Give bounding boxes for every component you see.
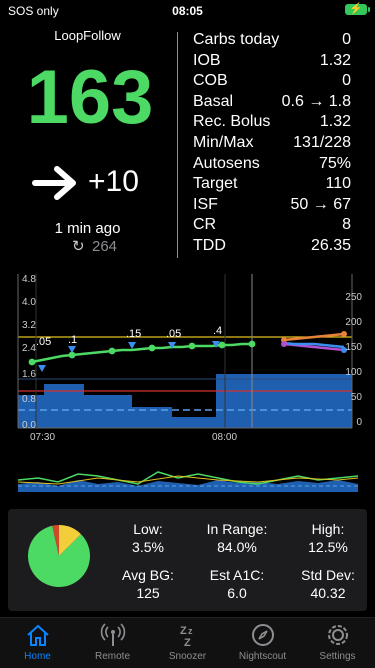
snooze-icon: Z z Z <box>180 625 193 648</box>
gear-icon <box>327 625 348 645</box>
right-axis-tick: 50 <box>350 392 362 403</box>
stat-row: CR 8 <box>193 215 351 236</box>
right-axis-tick: 250 <box>345 292 362 303</box>
stat-value: 110 <box>325 175 351 193</box>
stat-row: IOB 1.32 <box>193 51 351 72</box>
stat-label: TDD <box>193 236 226 254</box>
left-axis-tick: 4.8 <box>22 274 36 285</box>
stat-label: COB <box>193 72 228 90</box>
compass-icon <box>251 624 274 646</box>
stat-label: ISF <box>193 195 218 213</box>
stat-value: 0.6 → 1.8 <box>281 92 351 110</box>
stat-row: Target 110 <box>193 174 351 195</box>
left-axis-tick: 4.0 <box>22 297 36 308</box>
right-axis-tick: 100 <box>345 367 362 378</box>
bg-delta: +10 <box>88 165 139 198</box>
tab-home[interactable]: Home <box>0 622 75 662</box>
stat-label: Target <box>193 175 238 193</box>
right-axis-tick: 150 <box>345 342 362 353</box>
status-time: 08:05 <box>172 4 203 18</box>
stat-row: Min/Max 131/228 <box>193 133 351 154</box>
trend-arrow-icon <box>32 164 80 207</box>
right-axis: 250 200 150 100 50 0 <box>326 292 362 432</box>
svg-text:z: z <box>188 626 193 636</box>
stat-row: Carbs today 0 <box>193 30 351 51</box>
stat-value: 131/228 <box>293 133 351 151</box>
last-reading-time: 1 min ago <box>54 220 121 237</box>
stat-row: COB 0 <box>193 71 351 92</box>
stat-label: Basal <box>193 92 234 110</box>
overview-chart[interactable] <box>17 462 359 497</box>
bolus-label: .05 <box>166 328 182 340</box>
stat-label: Autosens <box>193 154 260 172</box>
bolus-label: .1 <box>68 334 78 346</box>
time-in-range-pie <box>27 524 91 593</box>
est-a1c-stat: Est A1C: 6.0 <box>209 567 265 601</box>
stat-label: Min/Max <box>193 133 254 151</box>
bolus-label: .05 <box>36 336 52 348</box>
stat-label: IOB <box>193 51 221 69</box>
stat-row: Rec. Bolus 1.32 <box>193 112 351 133</box>
stat-value: 50 → 67 <box>290 195 351 213</box>
left-axis-tick: 0.8 <box>22 394 36 405</box>
right-axis-tick: 200 <box>345 317 362 328</box>
bolus-label: .15 <box>126 328 142 340</box>
stat-row: Autosens 75% <box>193 154 351 175</box>
stat-label: Rec. Bolus <box>193 113 271 131</box>
stat-value: 0 <box>342 72 351 90</box>
avg-bg-stat: Avg BG: 125 <box>122 567 174 601</box>
stats-table: Carbs today 0 IOB 1.32 COB 0 Basal 0.6 → 1.8 Rec… <box>193 30 351 257</box>
battery-icon: ⚡ <box>345 3 370 15</box>
stat-value: 1.32 <box>319 51 351 69</box>
stat-row: Basal 0.6 → 1.8 <box>193 92 351 113</box>
stat-row: ISF 50 → 67 <box>193 195 351 216</box>
refresh-countdown: 264 <box>92 238 118 255</box>
tab-nightscout[interactable]: Nightscout <box>225 622 300 662</box>
stat-label: CR <box>193 216 217 234</box>
left-axis-tick: 3.2 <box>22 320 36 331</box>
in-range-stat: In Range: 84.0% <box>206 521 268 555</box>
stat-value: 1.32 <box>319 113 351 131</box>
panel-divider <box>177 32 178 258</box>
refresh-icon[interactable]: ↻ <box>72 237 85 255</box>
bolus-label: .4 <box>213 325 223 337</box>
time-label-0800: 08:00 <box>212 432 238 443</box>
left-axis: 4.8 4.0 3.2 2.4 1.6 0.8 0.0 <box>22 274 42 434</box>
tab-snoozer[interactable]: Z z Z Snoozer <box>150 622 225 662</box>
stat-row: TDD 26.35 <box>193 236 351 257</box>
left-axis-tick: 0.0 <box>22 420 36 431</box>
stat-value: 8 <box>342 216 351 234</box>
tab-remote[interactable]: Remote <box>75 622 150 662</box>
left-axis-tick: 2.4 <box>22 343 36 354</box>
antenna-icon <box>100 623 125 646</box>
svg-text:Z: Z <box>180 625 187 637</box>
stat-value: 0 <box>342 31 351 48</box>
time-label-0730: 07:30 <box>30 432 56 443</box>
left-axis-tick: 1.6 <box>22 369 36 380</box>
right-axis-tick: 0 <box>356 417 362 428</box>
std-dev-stat: Std Dev: 40.32 <box>301 567 355 601</box>
bg-value: 163 <box>26 55 154 140</box>
tab-settings[interactable]: Settings <box>300 622 375 662</box>
home-icon <box>26 624 49 646</box>
stat-value: 26.35 <box>310 236 351 254</box>
svg-text:Z: Z <box>184 637 191 648</box>
app-name: LoopFollow <box>54 28 121 43</box>
bg-chart[interactable] <box>14 274 364 449</box>
low-stat: Low: 3.5% <box>132 521 164 555</box>
high-stat: High: 12.5% <box>308 521 348 555</box>
tab-bar: Home Remote Z z Z Snoozer Nightscout Set… <box>0 617 375 668</box>
stat-label: Carbs today <box>193 31 280 48</box>
stat-value: 75% <box>318 154 351 172</box>
